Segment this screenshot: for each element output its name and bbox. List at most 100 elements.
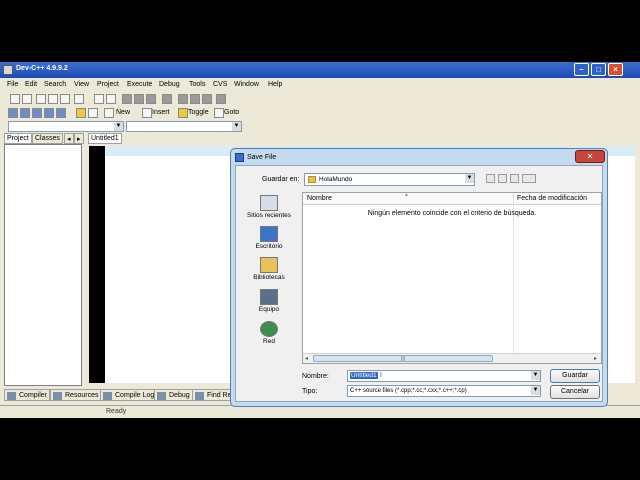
- tab-classes[interactable]: Classes: [32, 133, 63, 144]
- menu-cvs[interactable]: CVS: [213, 81, 227, 88]
- place-libraries[interactable]: Bibliotecas: [239, 257, 299, 281]
- scrollbar-thumb[interactable]: |||: [313, 355, 493, 362]
- file-list[interactable]: Nombre ▲ Fecha de modificación Ningún el…: [302, 192, 602, 364]
- menu-tools[interactable]: Tools: [189, 81, 205, 88]
- close-button[interactable]: ×: [608, 63, 623, 76]
- menu-debug[interactable]: Debug: [159, 81, 180, 88]
- menu-search[interactable]: Search: [44, 81, 66, 88]
- close-file-icon[interactable]: [60, 94, 70, 104]
- maximize-button[interactable]: □: [591, 63, 606, 76]
- recent-places-icon: [260, 195, 278, 211]
- check-icon[interactable]: [56, 108, 66, 118]
- place-desktop[interactable]: Escritorio: [239, 226, 299, 250]
- save-button[interactable]: Guardar: [550, 369, 600, 383]
- places-bar: Sitios recientes Escritorio Bibliotecas …: [236, 191, 300, 367]
- find-icon[interactable]: [122, 94, 132, 104]
- new-icon[interactable]: [104, 108, 114, 118]
- class-combo[interactable]: ▼: [8, 121, 124, 132]
- up-folder-icon[interactable]: [498, 174, 507, 183]
- insert-icon[interactable]: [142, 108, 152, 118]
- tab-project[interactable]: Project: [4, 133, 32, 144]
- dialog-close-button[interactable]: ✕: [575, 150, 605, 163]
- ide-title: Dev-C++ 4.9.9.2: [16, 65, 68, 72]
- place-computer[interactable]: Equipo: [239, 289, 299, 313]
- save-in-label: Guardar en:: [262, 176, 300, 183]
- replace-icon[interactable]: [134, 94, 144, 104]
- tab-resources[interactable]: Resources: [50, 389, 102, 401]
- find-next-icon[interactable]: [146, 94, 156, 104]
- help-icon[interactable]: [76, 108, 86, 118]
- chevron-down-icon: ▼: [531, 371, 540, 380]
- back-icon[interactable]: [178, 94, 188, 104]
- horizontal-scrollbar[interactable]: ◂ ||| ▸: [303, 353, 601, 363]
- folder-icon: [308, 176, 316, 183]
- menu-window[interactable]: Window: [234, 81, 259, 88]
- tab-compile-log[interactable]: Compile Log: [100, 389, 158, 401]
- scroll-left-icon[interactable]: ◂: [305, 355, 308, 362]
- minimize-button[interactable]: –: [574, 63, 589, 76]
- column-date-modified[interactable]: Fecha de modificación: [517, 195, 587, 202]
- menu-file[interactable]: File: [7, 81, 18, 88]
- sort-arrow-icon: ▲: [404, 192, 409, 198]
- rebuild-icon[interactable]: [44, 108, 54, 118]
- about-icon[interactable]: [88, 108, 98, 118]
- file-name-label: Nombre:: [302, 373, 329, 380]
- menu-help[interactable]: Help: [268, 81, 282, 88]
- member-combo[interactable]: ▼: [126, 121, 242, 132]
- column-divider: [513, 193, 514, 353]
- settings-icon[interactable]: [216, 94, 226, 104]
- save-icon[interactable]: [36, 94, 46, 104]
- tab-compiler[interactable]: Compiler: [4, 389, 51, 401]
- save-in-combo[interactable]: HolaMundo ▼: [304, 173, 475, 186]
- find-results-icon: [195, 392, 204, 400]
- project-tree[interactable]: [4, 144, 82, 386]
- open-project-icon[interactable]: [10, 94, 20, 104]
- menu-bar: File Edit Search View Project Execute De…: [0, 79, 640, 92]
- open-file-icon[interactable]: [22, 94, 32, 104]
- file-name-input[interactable]: Untitled1 I ▼: [347, 370, 541, 382]
- tab-scroll-left-icon[interactable]: ◂: [64, 133, 74, 144]
- menu-view[interactable]: View: [74, 81, 89, 88]
- view-menu-icon[interactable]: [522, 174, 536, 183]
- column-name[interactable]: Nombre: [307, 195, 332, 202]
- save-file-dialog: Save File ✕ Guardar en: HolaMundo ▼ Siti…: [230, 148, 608, 407]
- new-button[interactable]: New: [116, 109, 130, 116]
- new-folder-icon[interactable]: [510, 174, 519, 183]
- app-icon: [3, 65, 13, 75]
- indent-icon[interactable]: [162, 94, 172, 104]
- chevron-down-icon: ▼: [465, 174, 474, 183]
- empty-message: Ningún elemento coincide con el criterio…: [367, 210, 537, 217]
- goto-icon[interactable]: [214, 108, 224, 118]
- menu-project[interactable]: Project: [97, 81, 119, 88]
- cancel-button[interactable]: Cancelar: [550, 385, 600, 399]
- text-cursor-icon: I: [380, 372, 382, 379]
- scroll-right-icon[interactable]: ▸: [594, 355, 597, 362]
- run-icon[interactable]: [20, 108, 30, 118]
- place-recent[interactable]: Sitios recientes: [239, 195, 299, 219]
- menu-execute[interactable]: Execute: [127, 81, 152, 88]
- goto-button[interactable]: Goto: [224, 109, 239, 116]
- back-arrow-icon[interactable]: [486, 174, 495, 183]
- editor-tab-untitled1[interactable]: Untitled1: [88, 133, 122, 144]
- file-type-select[interactable]: C++ source files (*.cpp;*.cc;*.cxx;*.c++…: [347, 385, 541, 397]
- tab-scroll-right-icon[interactable]: ▸: [74, 133, 84, 144]
- compile-run-icon[interactable]: [32, 108, 42, 118]
- tab-debug[interactable]: Debug: [154, 389, 193, 401]
- undo-icon[interactable]: [94, 94, 104, 104]
- chevron-down-icon: ▼: [232, 122, 241, 131]
- ide-title-bar: Dev-C++ 4.9.9.2 – □ ×: [0, 62, 640, 78]
- toggle-view-icon[interactable]: [202, 94, 212, 104]
- insert-button[interactable]: Insert: [152, 109, 170, 116]
- computer-icon: [260, 289, 278, 305]
- compile-icon[interactable]: [8, 108, 18, 118]
- forward-icon[interactable]: [190, 94, 200, 104]
- network-icon: [260, 321, 278, 337]
- desktop-icon: [260, 226, 278, 242]
- redo-icon[interactable]: [106, 94, 116, 104]
- save-all-icon[interactable]: [48, 94, 58, 104]
- menu-edit[interactable]: Edit: [25, 81, 37, 88]
- print-icon[interactable]: [74, 94, 84, 104]
- place-network[interactable]: Red: [239, 321, 299, 345]
- toggle-bookmark-icon[interactable]: [178, 108, 188, 118]
- toggle-button[interactable]: Toggle: [188, 109, 209, 116]
